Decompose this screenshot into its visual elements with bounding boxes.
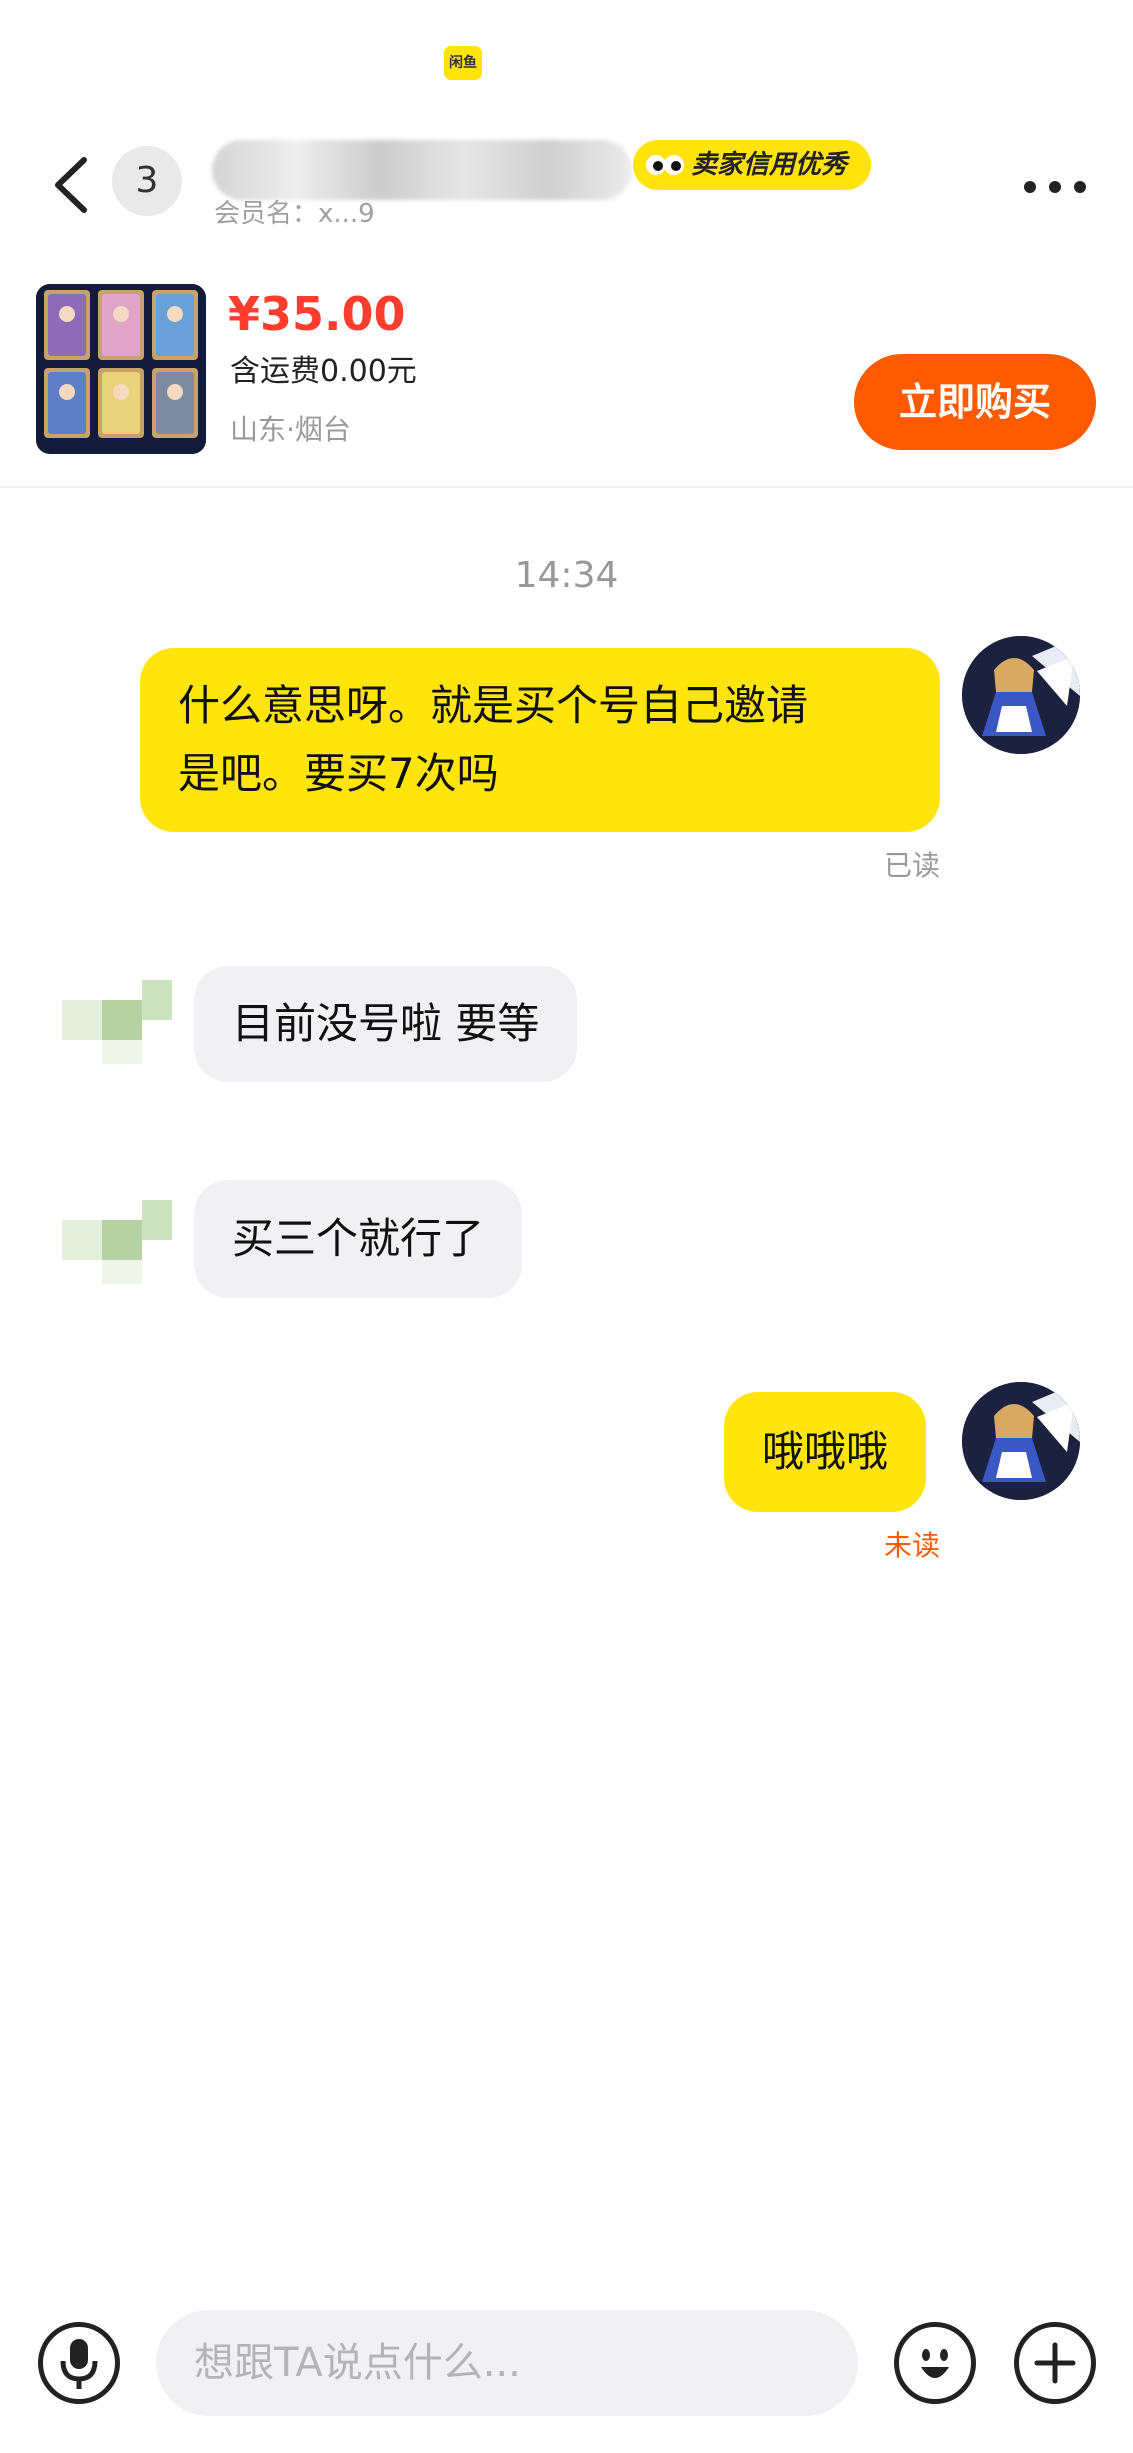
my-avatar[interactable] (962, 636, 1080, 754)
read-status: 已读 (883, 849, 940, 882)
back-icon (55, 157, 87, 213)
chat-screen: 闲鱼 3 会员名：x...9 卖家信用优秀 ¥35.00 含运费0.00元 山东… (0, 0, 1133, 2453)
credit-badge-label: 卖家信用优秀 (691, 150, 848, 180)
seller-credit-badge[interactable]: 卖家信用优秀 (633, 140, 872, 190)
eyes-icon (646, 155, 684, 175)
chat-header: 3 会员名：x...9 卖家信用优秀 (0, 120, 1133, 270)
peer-avatar[interactable]: 3 (112, 146, 182, 216)
peer-name-redacted[interactable] (212, 140, 632, 200)
my-message-bubble[interactable]: 哦哦哦 (724, 1392, 927, 1512)
peer-message-avatar[interactable] (62, 960, 180, 1078)
plus-icon (1034, 2342, 1076, 2384)
product-image[interactable] (36, 284, 206, 454)
product-price: ¥35.00 (228, 287, 406, 341)
message-input[interactable] (156, 2310, 858, 2416)
product-location: 山东·烟台 (230, 413, 351, 446)
more-button[interactable] (1020, 172, 1090, 202)
voice-button[interactable] (38, 2322, 120, 2404)
peer-message-avatar[interactable] (62, 1180, 180, 1298)
more-actions-button[interactable] (1014, 2322, 1096, 2404)
message-text-line: 是吧。要买7次吗 (178, 749, 499, 798)
back-button[interactable] (46, 150, 106, 220)
app-logo: 闲鱼 (444, 46, 482, 80)
more-icon (1024, 181, 1086, 193)
emoji-icon (921, 2349, 949, 2378)
member-label: 会员名：x...9 (214, 199, 375, 229)
my-avatar[interactable] (962, 1382, 1080, 1500)
buy-now-button[interactable]: 立即购买 (854, 354, 1096, 450)
message-text-line: 什么意思呀。就是买个号自己邀请 (178, 681, 809, 730)
input-bar (0, 2290, 1133, 2453)
peer-message-bubble[interactable]: 目前没号啦 要等 (194, 966, 578, 1082)
microphone-icon (60, 2339, 98, 2389)
my-message-bubble[interactable]: 什么意思呀。就是买个号自己邀请 是吧。要买7次吗 (140, 648, 940, 832)
message-timestamp: 14:34 (514, 555, 619, 596)
unread-status: 未读 (883, 1529, 940, 1562)
peer-message-bubble[interactable]: 买三个就行了 (194, 1180, 523, 1298)
shipping-info: 含运费0.00元 (230, 354, 417, 389)
emoji-button[interactable] (894, 2322, 976, 2404)
product-card[interactable]: ¥35.00 含运费0.00元 山东·烟台 立即购买 (0, 280, 1133, 488)
